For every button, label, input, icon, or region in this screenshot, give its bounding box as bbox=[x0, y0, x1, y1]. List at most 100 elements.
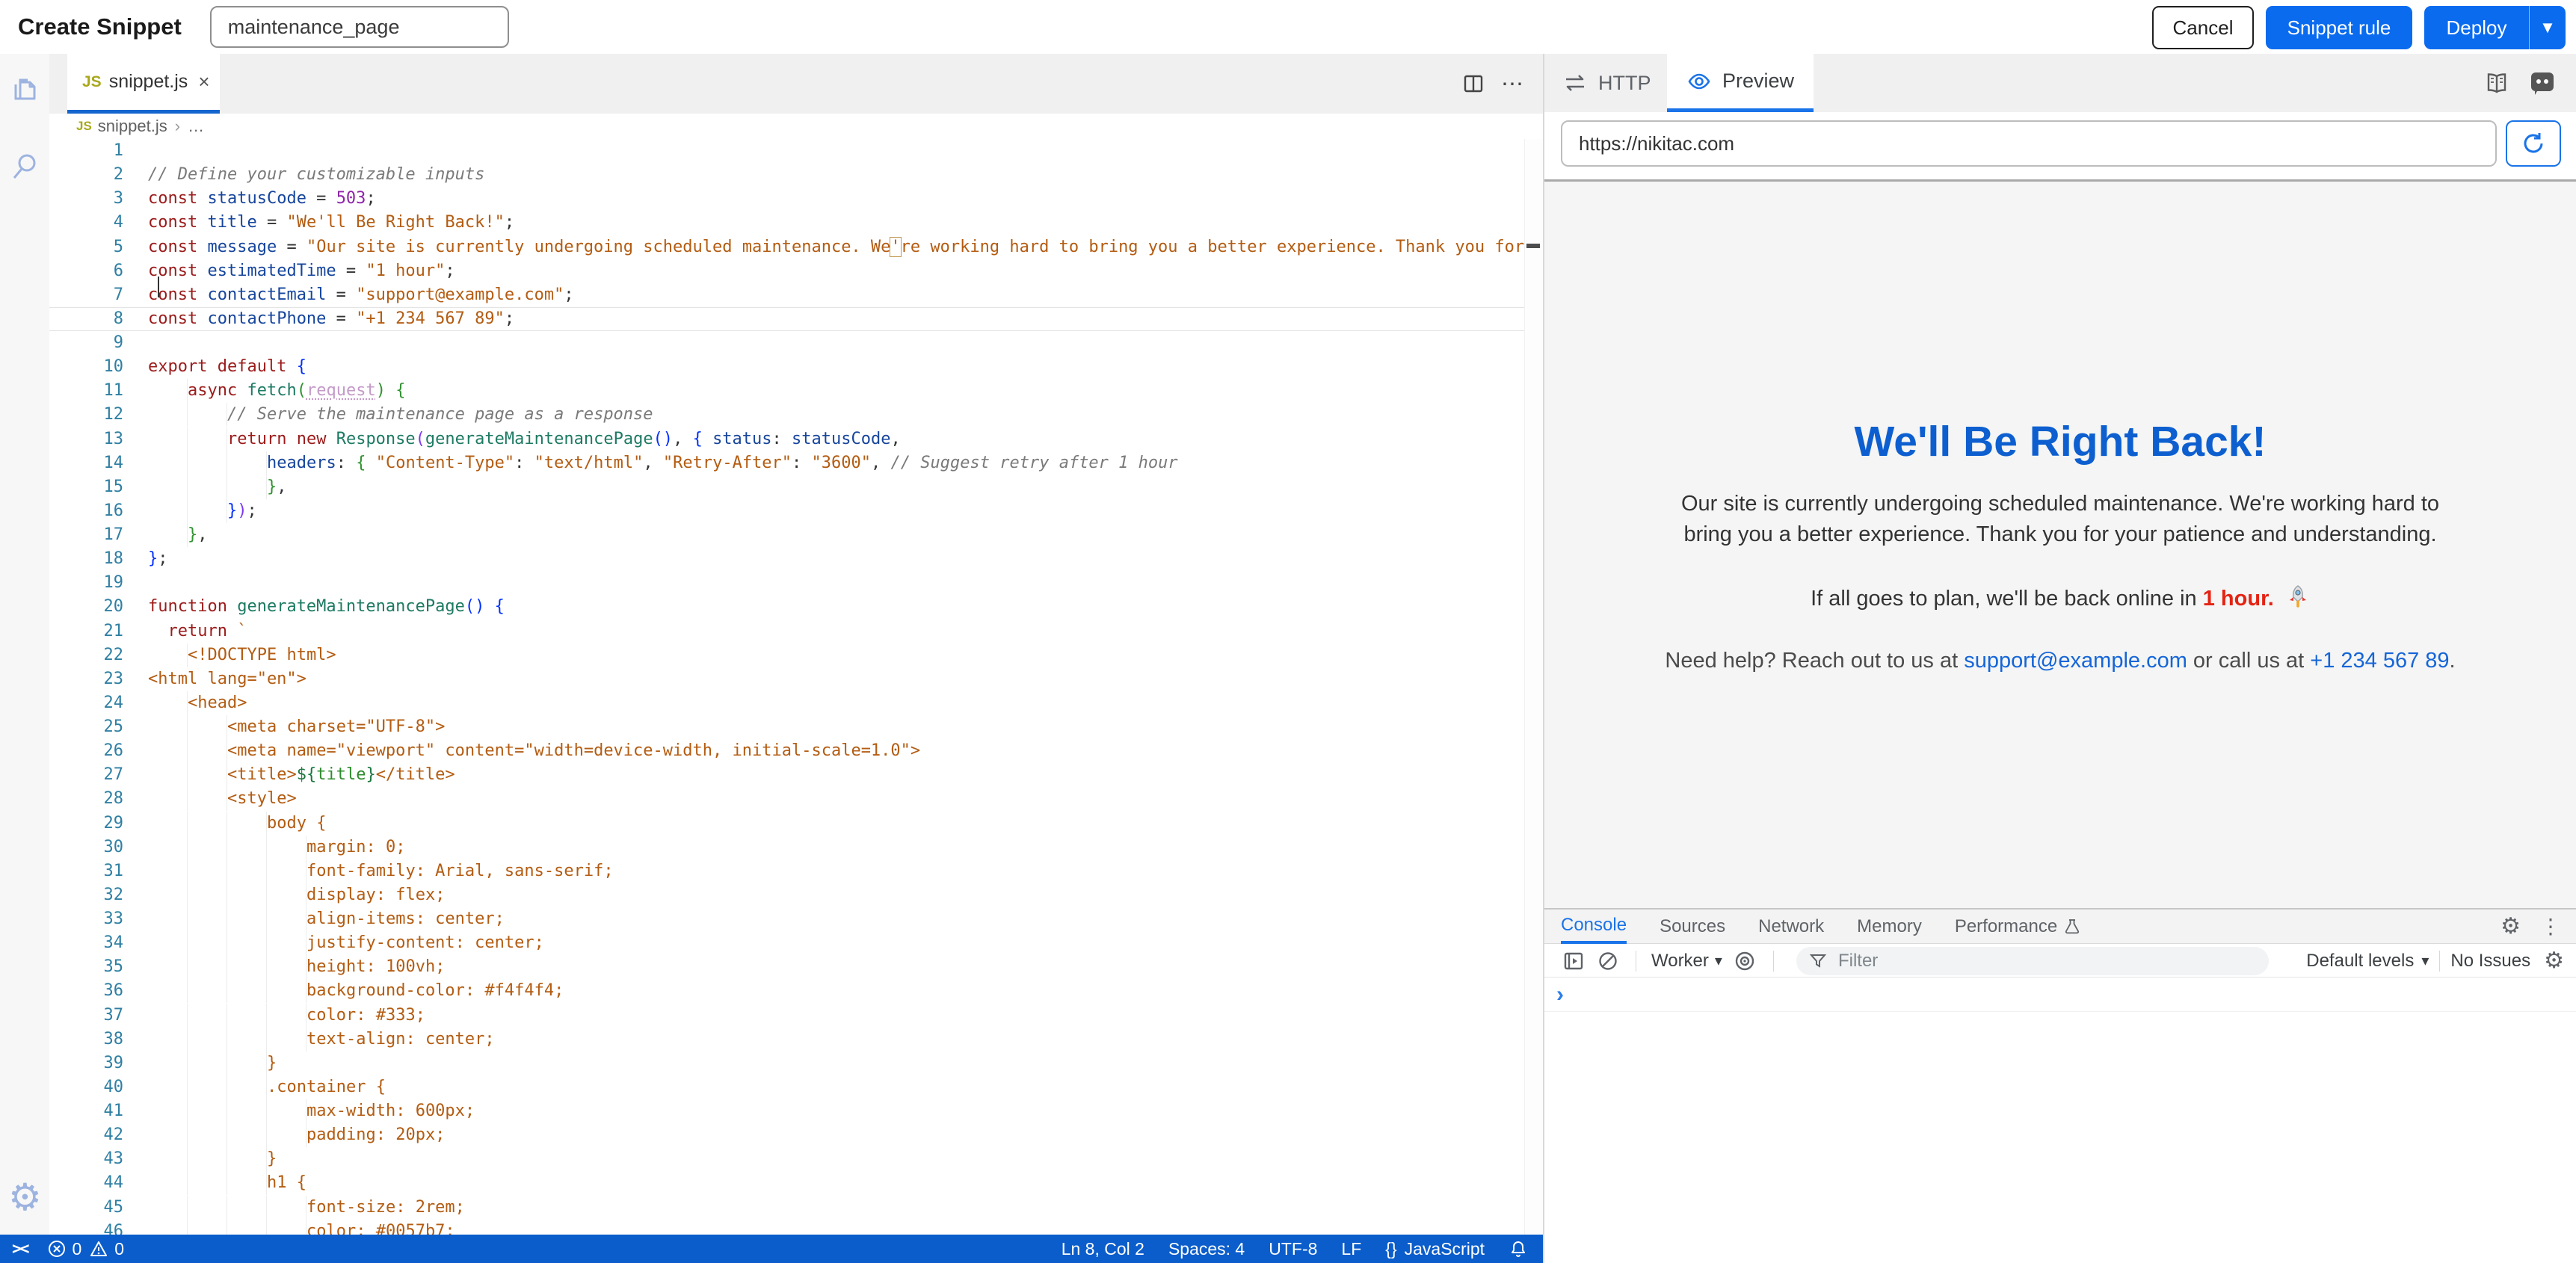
code-line-43[interactable]: 43} bbox=[49, 1147, 1525, 1171]
code-line-38[interactable]: 38text-align: center; bbox=[49, 1028, 1525, 1052]
remote-window-icon[interactable]: >< bbox=[12, 1240, 28, 1259]
code-line-39[interactable]: 39} bbox=[49, 1052, 1525, 1075]
preview-url-input[interactable] bbox=[1561, 120, 2497, 167]
snippet-rule-button[interactable]: Snippet rule bbox=[2266, 6, 2412, 49]
refresh-button[interactable] bbox=[2506, 120, 2561, 167]
code-editor[interactable]: 12// Define your customizable inputs3con… bbox=[49, 139, 1525, 1235]
devtools-tab-sources[interactable]: Sources bbox=[1660, 910, 1725, 944]
code-line-1[interactable]: 1 bbox=[49, 139, 1525, 163]
devtools-settings-icon[interactable]: ⚙ bbox=[2500, 915, 2521, 938]
bell-icon[interactable] bbox=[1509, 1239, 1528, 1259]
encoding[interactable]: UTF-8 bbox=[1269, 1239, 1317, 1259]
code-line-4[interactable]: 4const title = "We'll Be Right Back!"; bbox=[49, 211, 1525, 235]
code-line-33[interactable]: 33align-items: center; bbox=[49, 907, 1525, 931]
console-settings-icon[interactable]: ⚙ bbox=[2544, 950, 2564, 972]
code-line-20[interactable]: 20function generateMaintenancePage() { bbox=[49, 595, 1525, 619]
devtools-tab-console[interactable]: Console bbox=[1561, 910, 1627, 944]
code-line-6[interactable]: 6const estimatedTime = "1 hour"; bbox=[49, 259, 1525, 283]
close-icon[interactable]: × bbox=[198, 70, 209, 93]
search-icon[interactable] bbox=[8, 149, 41, 182]
code-line-25[interactable]: 25<meta charset="UTF-8"> bbox=[49, 715, 1525, 739]
breadcrumb-more: … bbox=[188, 117, 204, 136]
code-line-46[interactable]: 46color: #0057b7; bbox=[49, 1220, 1525, 1235]
docs-book-icon[interactable] bbox=[2483, 70, 2510, 96]
tab-snippet-js[interactable]: JS snippet.js × bbox=[67, 54, 220, 114]
eol[interactable]: LF bbox=[1341, 1239, 1361, 1259]
indent-guide bbox=[148, 1028, 188, 1052]
code-line-10[interactable]: 10export default { bbox=[49, 355, 1525, 379]
code-line-15[interactable]: 15}, bbox=[49, 475, 1525, 499]
settings-gear-icon[interactable]: ⚙ bbox=[8, 1181, 41, 1214]
clear-console-icon[interactable] bbox=[1597, 950, 1619, 972]
code-line-41[interactable]: 41max-width: 600px; bbox=[49, 1099, 1525, 1123]
indentation[interactable]: Spaces: 4 bbox=[1168, 1239, 1245, 1259]
live-expression-eye-icon[interactable] bbox=[1733, 949, 1757, 973]
code-line-5[interactable]: 5const message = "Our site is currently … bbox=[49, 235, 1525, 259]
indent-guide bbox=[188, 1099, 227, 1123]
code-line-31[interactable]: 31font-family: Arial, sans-serif; bbox=[49, 859, 1525, 883]
code-line-19[interactable]: 19 bbox=[49, 571, 1525, 595]
code-line-30[interactable]: 30margin: 0; bbox=[49, 836, 1525, 859]
page-title: Create Snippet bbox=[18, 13, 182, 40]
cancel-button[interactable]: Cancel bbox=[2152, 6, 2254, 49]
support-email-link[interactable]: support@example.com bbox=[1964, 649, 2187, 673]
code-line-34[interactable]: 34justify-content: center; bbox=[49, 931, 1525, 955]
files-icon[interactable] bbox=[8, 73, 41, 106]
issues-counter[interactable]: No Issues bbox=[2450, 951, 2530, 972]
code-line-24[interactable]: 24<head> bbox=[49, 691, 1525, 715]
indent-guide bbox=[148, 403, 188, 427]
code-line-44[interactable]: 44h1 { bbox=[49, 1171, 1525, 1195]
snippet-name-input[interactable] bbox=[210, 6, 509, 48]
code-line-3[interactable]: 3const statusCode = 503; bbox=[49, 187, 1525, 211]
code-line-17[interactable]: 17}, bbox=[49, 523, 1525, 547]
code-line-8[interactable]: 8const contactPhone = "+1 234 567 89"; bbox=[49, 307, 1525, 331]
devtools-tab-performance[interactable]: Performance bbox=[1955, 910, 2081, 944]
code-line-45[interactable]: 45font-size: 2rem; bbox=[49, 1196, 1525, 1220]
console-sidebar-icon[interactable] bbox=[1562, 950, 1585, 972]
code-line-29[interactable]: 29body { bbox=[49, 812, 1525, 836]
tab-label: Sources bbox=[1660, 916, 1725, 937]
tab-preview[interactable]: Preview bbox=[1667, 54, 1814, 112]
devtools-tab-network[interactable]: Network bbox=[1758, 910, 1824, 944]
language-mode[interactable]: {} JavaScript bbox=[1385, 1239, 1485, 1259]
more-actions-icon[interactable]: ⋯ bbox=[1501, 71, 1525, 97]
devtools-tab-memory[interactable]: Memory bbox=[1857, 910, 1922, 944]
problems-indicator[interactable]: 0 0 bbox=[47, 1239, 125, 1259]
breadcrumb[interactable]: JS snippet.js › … bbox=[49, 114, 1543, 139]
code-line-11[interactable]: 11async fetch(request) { bbox=[49, 379, 1525, 403]
console-prompt[interactable]: › bbox=[1544, 978, 2576, 1012]
deploy-dropdown-button[interactable]: ▼ bbox=[2529, 6, 2566, 49]
cursor-position[interactable]: Ln 8, Col 2 bbox=[1061, 1239, 1144, 1259]
code-line-40[interactable]: 40.container { bbox=[49, 1075, 1525, 1099]
editor-scrollbar[interactable] bbox=[1524, 139, 1543, 1235]
console-messages[interactable]: › bbox=[1544, 978, 2576, 1263]
kebab-menu-icon[interactable]: ⋮ bbox=[2540, 914, 2561, 939]
code-line-35[interactable]: 35height: 100vh; bbox=[49, 955, 1525, 979]
split-editor-icon[interactable] bbox=[1462, 72, 1485, 95]
phone-link[interactable]: +1 234 567 89 bbox=[2310, 649, 2449, 673]
code-line-37[interactable]: 37color: #333; bbox=[49, 1004, 1525, 1028]
code-line-36[interactable]: 36background-color: #f4f4f4; bbox=[49, 979, 1525, 1003]
code-line-7[interactable]: 7const contactEmail = "support@example.c… bbox=[49, 283, 1525, 307]
code-line-23[interactable]: 23<html lang="en"> bbox=[49, 667, 1525, 691]
log-levels-dropdown[interactable]: Default levels ▾ bbox=[2306, 951, 2429, 972]
code-line-42[interactable]: 42padding: 20px; bbox=[49, 1123, 1525, 1147]
code-line-16[interactable]: 16}); bbox=[49, 499, 1525, 523]
code-line-13[interactable]: 13return new Response(generateMaintenanc… bbox=[49, 427, 1525, 451]
tab-http[interactable]: HTTP bbox=[1562, 54, 1651, 112]
code-line-26[interactable]: 26<meta name="viewport" content="width=d… bbox=[49, 739, 1525, 763]
code-line-28[interactable]: 28<style> bbox=[49, 787, 1525, 811]
code-line-14[interactable]: 14headers: { "Content-Type": "text/html"… bbox=[49, 451, 1525, 475]
worker-context-dropdown[interactable]: Worker ▾ bbox=[1651, 951, 1722, 972]
code-line-9[interactable]: 9 bbox=[49, 331, 1525, 355]
code-line-12[interactable]: 12// Serve the maintenance page as a res… bbox=[49, 403, 1525, 427]
filter-input[interactable] bbox=[1837, 950, 2228, 972]
code-line-32[interactable]: 32display: flex; bbox=[49, 883, 1525, 907]
code-line-2[interactable]: 2// Define your customizable inputs bbox=[49, 163, 1525, 187]
code-line-21[interactable]: 21return ` bbox=[49, 620, 1525, 643]
deploy-button[interactable]: Deploy bbox=[2424, 6, 2529, 49]
code-line-27[interactable]: 27<title>${title}</title> bbox=[49, 763, 1525, 787]
code-line-18[interactable]: 18}; bbox=[49, 547, 1525, 571]
discord-icon[interactable] bbox=[2528, 69, 2557, 97]
code-line-22[interactable]: 22<!DOCTYPE html> bbox=[49, 643, 1525, 667]
